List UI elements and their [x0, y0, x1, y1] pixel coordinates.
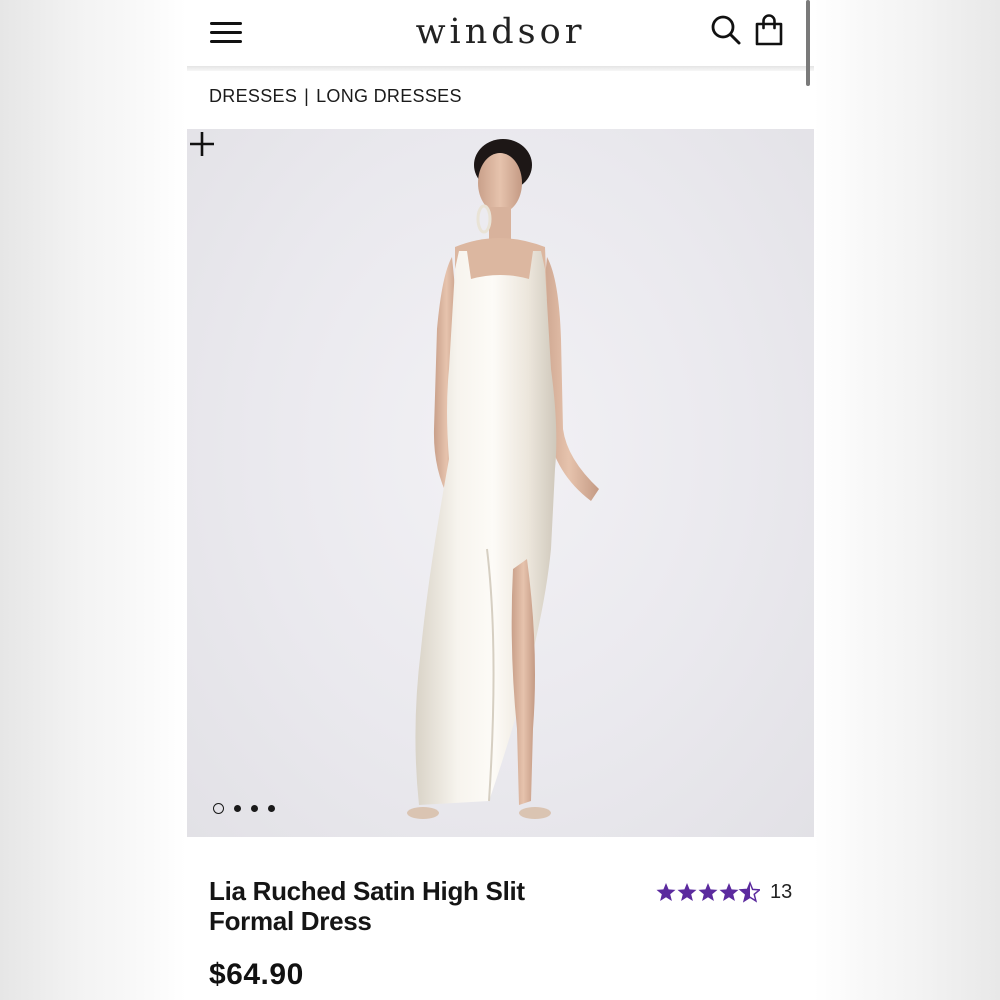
breadcrumb: DRESSES | LONG DRESSES: [209, 86, 462, 110]
review-count[interactable]: 13: [770, 881, 792, 904]
search-icon[interactable]: [709, 13, 743, 47]
product-rating[interactable]: 13: [656, 878, 792, 906]
carousel-dots: [213, 801, 275, 815]
shopping-bag-icon[interactable]: [753, 13, 785, 47]
half-star-icon: [738, 881, 760, 903]
product-price: $64.90: [209, 958, 304, 991]
hamburger-menu-icon[interactable]: [208, 18, 244, 48]
star-icon: [677, 883, 697, 901]
product-image[interactable]: [187, 129, 814, 837]
product-title: Lia Ruched Satin High Slit Formal Dress: [209, 876, 525, 936]
carousel-dot[interactable]: [268, 804, 275, 812]
rating-stars: [656, 881, 760, 903]
site-header: WINDSOR: [187, 0, 814, 66]
header-divider: [187, 66, 814, 71]
star-icons: [656, 881, 760, 903]
brand-logo[interactable]: WINDSOR: [377, 9, 624, 55]
carousel-dot[interactable]: [234, 804, 241, 812]
breadcrumb-item-long-dresses[interactable]: LONG DRESSES: [316, 86, 462, 106]
plus-icon[interactable]: [187, 129, 217, 159]
carousel-dot[interactable]: [213, 802, 224, 814]
scrollbar[interactable]: [806, 0, 810, 86]
breadcrumb-separator: |: [304, 86, 310, 106]
phone-screen: WINDSOR DRESSES | LONG DRESSES: [187, 0, 814, 1000]
star-icon: [656, 883, 676, 901]
breadcrumb-item-dresses[interactable]: DRESSES: [209, 86, 297, 106]
model-photo: [407, 139, 599, 819]
star-icon: [698, 883, 718, 901]
carousel-dot[interactable]: [251, 804, 258, 812]
star-icon: [719, 883, 739, 901]
